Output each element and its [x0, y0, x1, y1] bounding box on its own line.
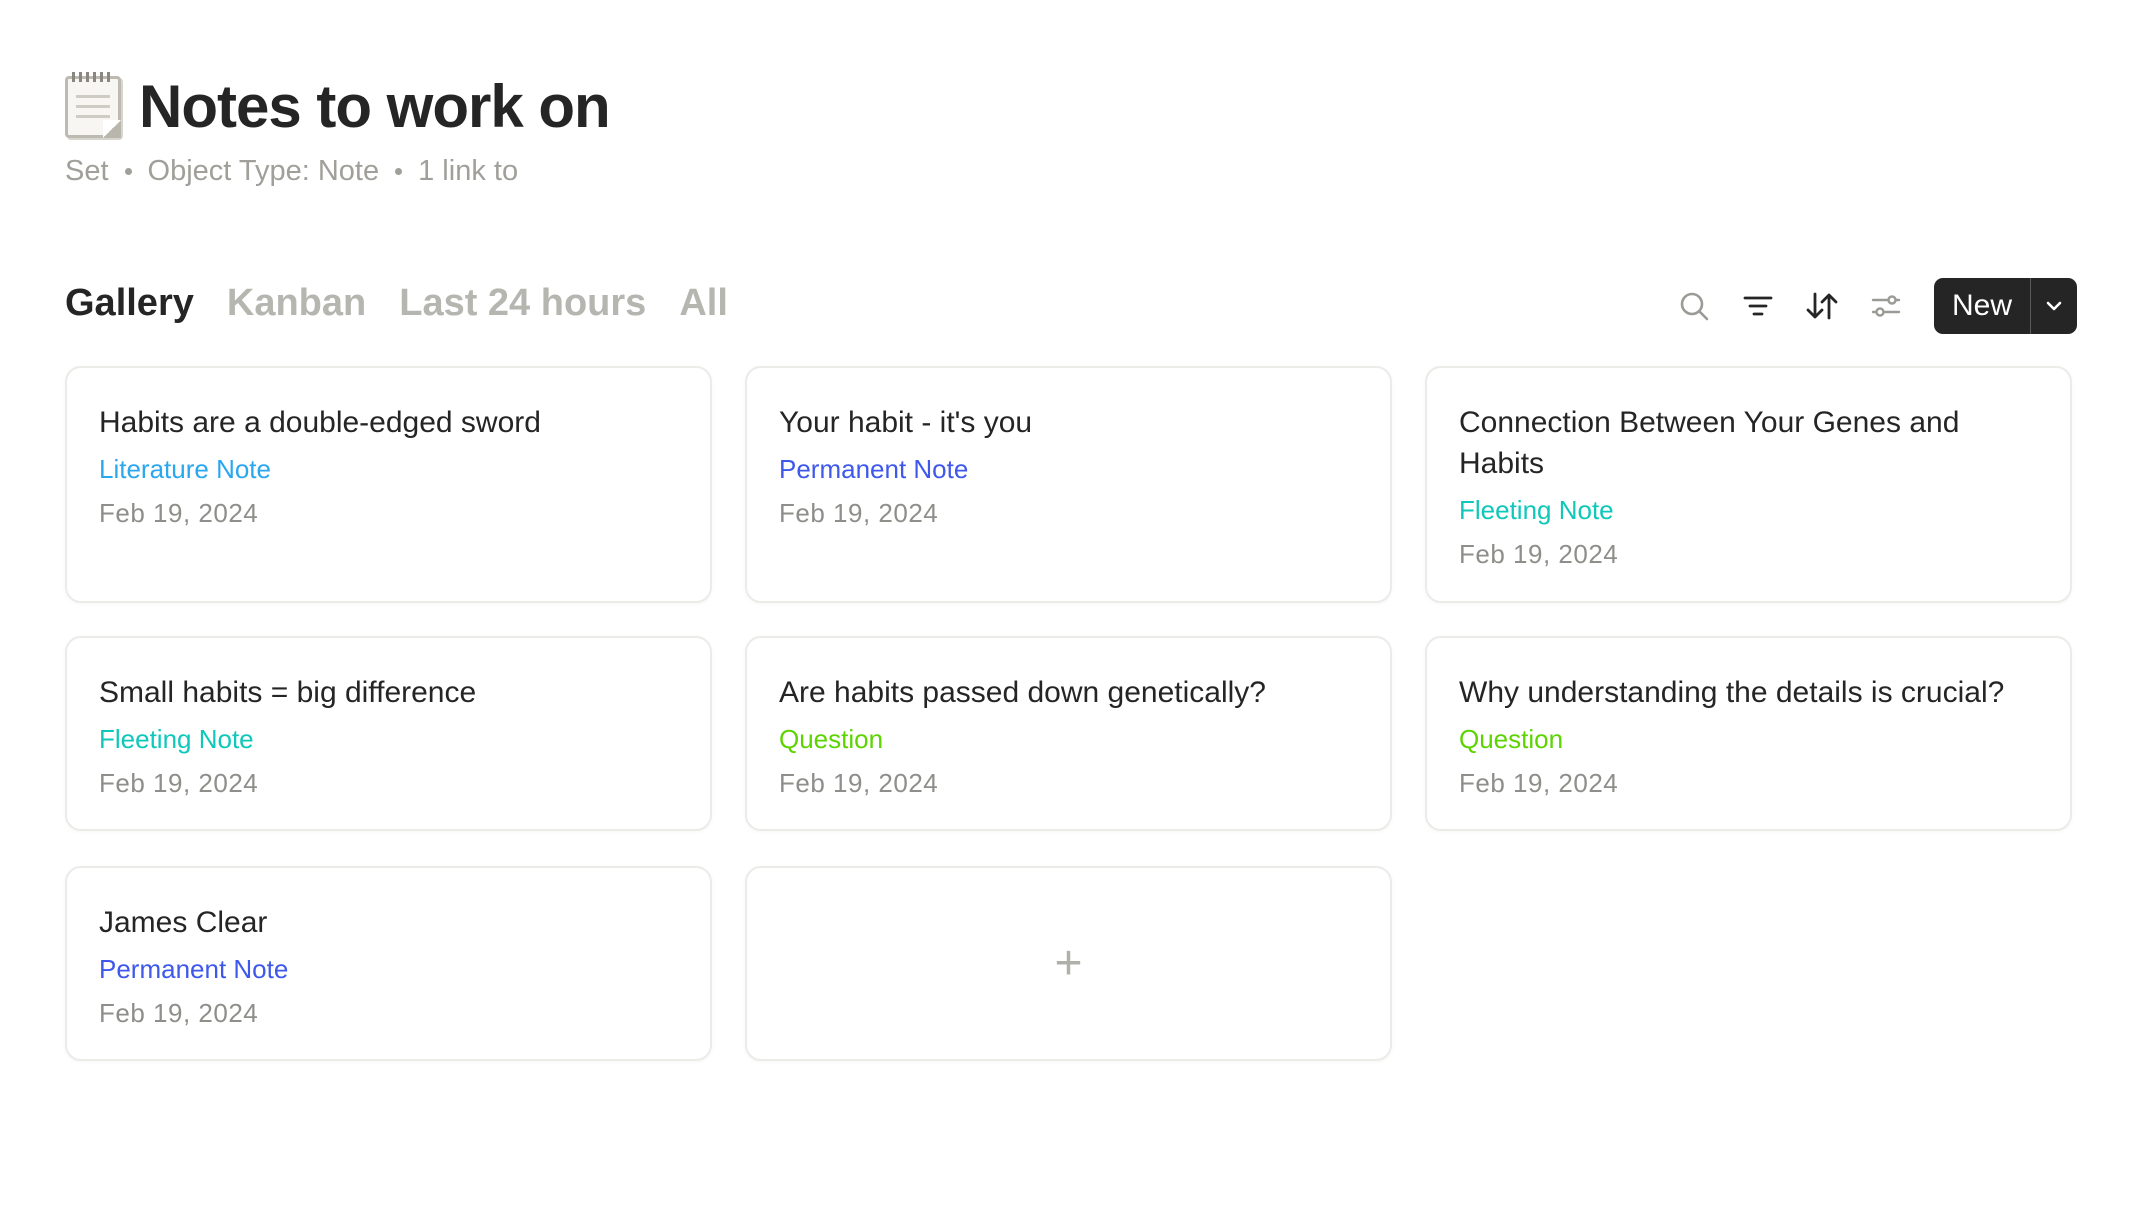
card-title: Connection Between Your Genes and Habits	[1459, 406, 1960, 480]
card-date: Feb 19, 2024	[99, 768, 259, 798]
card-title: Are habits passed down genetically?	[779, 676, 1266, 709]
tab-all[interactable]: All	[679, 282, 728, 325]
meta-set-label: Set	[65, 155, 109, 187]
gallery-card[interactable]: Connection Between Your Genes and Habits…	[1425, 366, 2072, 603]
view-tabs: Gallery Kanban Last 24 hours All	[65, 282, 761, 325]
filter-icon[interactable]	[1740, 288, 1776, 324]
gallery-card[interactable]: Your habit - it's you Permanent Note Feb…	[745, 366, 1392, 603]
gallery-card[interactable]: Habits are a double-edged sword Literatu…	[65, 366, 712, 603]
gallery-card[interactable]: Why understanding the details is crucial…	[1425, 636, 2072, 831]
new-object-button[interactable]: New	[1933, 278, 2077, 334]
card-object-type: Fleeting Note	[1459, 495, 1614, 525]
set-meta: Set Object Type: Note 1 link to	[65, 155, 610, 188]
chevron-down-icon[interactable]	[2031, 278, 2077, 334]
card-object-type: Fleeting Note	[99, 724, 254, 754]
card-object-type: Permanent Note	[779, 454, 969, 484]
card-object-type: Question	[1459, 724, 1564, 754]
card-date: Feb 19, 2024	[779, 498, 939, 528]
sort-icon[interactable]	[1804, 288, 1840, 324]
card-date: Feb 19, 2024	[779, 768, 939, 798]
plus-icon[interactable]: +	[1054, 939, 1082, 988]
gallery-card[interactable]: Are habits passed down genetically? Ques…	[745, 636, 1392, 831]
search-icon[interactable]	[1676, 288, 1712, 324]
view-toolbar: New	[1648, 278, 2077, 334]
card-title: Habits are a double-edged sword	[99, 406, 541, 439]
meta-object-type[interactable]: Object Type: Note	[148, 155, 380, 188]
tab-kanban[interactable]: Kanban	[227, 282, 366, 325]
meta-links[interactable]: 1 link to	[418, 155, 518, 188]
view-settings-icon[interactable]	[1868, 288, 1904, 324]
page-title[interactable]: Notes to work on	[139, 72, 611, 141]
card-object-type: Literature Note	[99, 454, 271, 484]
card-title: Your habit - it's you	[779, 406, 1033, 439]
meta-separator	[395, 168, 403, 175]
card-date: Feb 19, 2024	[99, 498, 259, 528]
gallery-card[interactable]: James Clear Permanent Note Feb 19, 2024	[65, 866, 712, 1061]
tab-gallery[interactable]: Gallery	[65, 282, 194, 325]
card-title: Small habits = big difference	[99, 676, 477, 709]
card-date: Feb 19, 2024	[99, 998, 259, 1028]
tab-last-24-hours[interactable]: Last 24 hours	[399, 282, 646, 325]
gallery-card[interactable]: Small habits = big difference Fleeting N…	[65, 636, 712, 831]
spiral-notepad-icon[interactable]	[65, 71, 121, 138]
add-object-card[interactable]: +	[745, 866, 1392, 1061]
page-header: Notes to work on Set Object Type: Note 1…	[65, 71, 611, 188]
card-object-type: Question	[779, 724, 884, 754]
title-row: Notes to work on	[65, 71, 611, 141]
new-button-label[interactable]: New	[1934, 278, 2030, 334]
card-object-type: Permanent Note	[99, 954, 289, 984]
card-title: Why understanding the details is crucial…	[1459, 676, 2005, 709]
card-date: Feb 19, 2024	[1459, 768, 1619, 798]
meta-separator	[124, 168, 132, 175]
card-title: James Clear	[99, 906, 268, 939]
card-date: Feb 19, 2024	[1459, 539, 1619, 569]
